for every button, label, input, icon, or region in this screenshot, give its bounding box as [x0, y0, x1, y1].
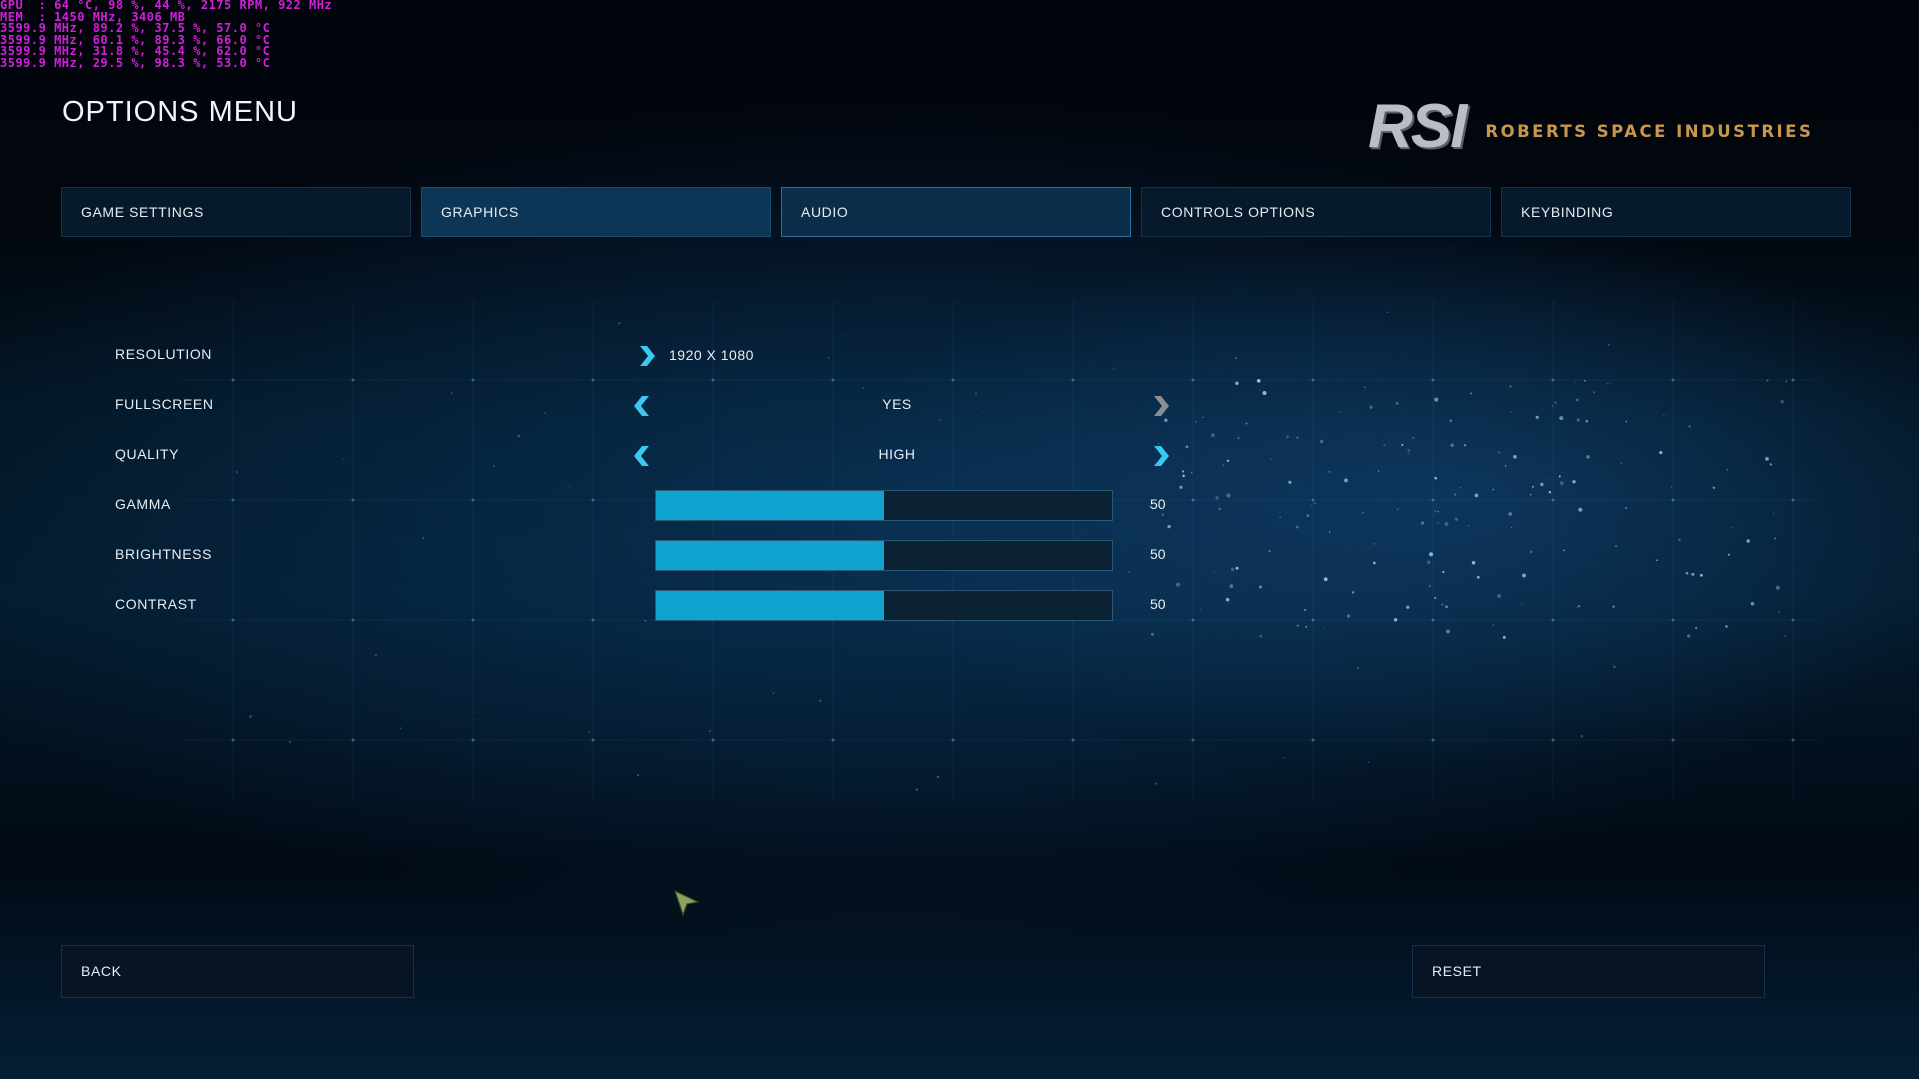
brightness-value: 50 [1150, 546, 1166, 562]
rsi-logo: RSI ROBERTS SPACE INDUSTRIES [1368, 96, 1813, 158]
tab-graphics[interactable]: GRAPHICS [421, 187, 771, 237]
logo-mark: RSI [1368, 92, 1467, 161]
gamma-label: GAMMA [115, 496, 171, 512]
tab-audio[interactable]: AUDIO [781, 187, 1131, 237]
brightness-slider-fill [656, 541, 884, 570]
tab-game-settings[interactable]: GAME SETTINGS [61, 187, 411, 237]
fullscreen-label: FULLSCREEN [115, 396, 214, 412]
contrast-value: 50 [1150, 596, 1166, 612]
fullscreen-prev-arrow-icon[interactable] [632, 394, 654, 418]
hardware-monitor-overlay: GPU : 64 °C, 98 %, 44 %, 2175 RPM, 922 M… [0, 0, 332, 69]
gamma-slider-fill [656, 491, 884, 520]
contrast-slider-fill [656, 591, 884, 620]
brightness-slider[interactable] [655, 540, 1113, 571]
gamma-value: 50 [1150, 496, 1166, 512]
options-screen: GPU : 64 °C, 98 %, 44 %, 2175 RPM, 922 M… [0, 0, 1919, 1079]
back-button[interactable]: BACK [61, 945, 414, 998]
resolution-value: 1920 X 1080 [669, 347, 754, 363]
reset-button[interactable]: RESET [1412, 945, 1765, 998]
resolution-next-arrow-icon[interactable] [635, 344, 657, 368]
overlay-line: 3599.9 MHz, 29.5 %, 98.3 %, 53.0 °C [0, 55, 271, 70]
fullscreen-value: YES [882, 396, 912, 412]
logo-text: ROBERTS SPACE INDUSTRIES [1485, 121, 1814, 141]
gamma-slider[interactable] [655, 490, 1113, 521]
quality-value: HIGH [878, 446, 916, 462]
contrast-label: CONTRAST [115, 596, 197, 612]
tab-keybinding[interactable]: KEYBINDING [1501, 187, 1851, 237]
brightness-label: BRIGHTNESS [115, 546, 213, 562]
contrast-slider[interactable] [655, 590, 1113, 621]
fullscreen-next-arrow-icon[interactable] [1149, 394, 1171, 418]
resolution-label: RESOLUTION [115, 346, 213, 362]
quality-label: QUALITY [115, 446, 180, 462]
quality-next-arrow-icon[interactable] [1149, 444, 1171, 468]
tab-controls-options[interactable]: CONTROLS OPTIONS [1141, 187, 1491, 237]
page-title: OPTIONS MENU [62, 96, 298, 128]
quality-prev-arrow-icon[interactable] [632, 444, 654, 468]
mouse-cursor-icon [674, 890, 700, 917]
